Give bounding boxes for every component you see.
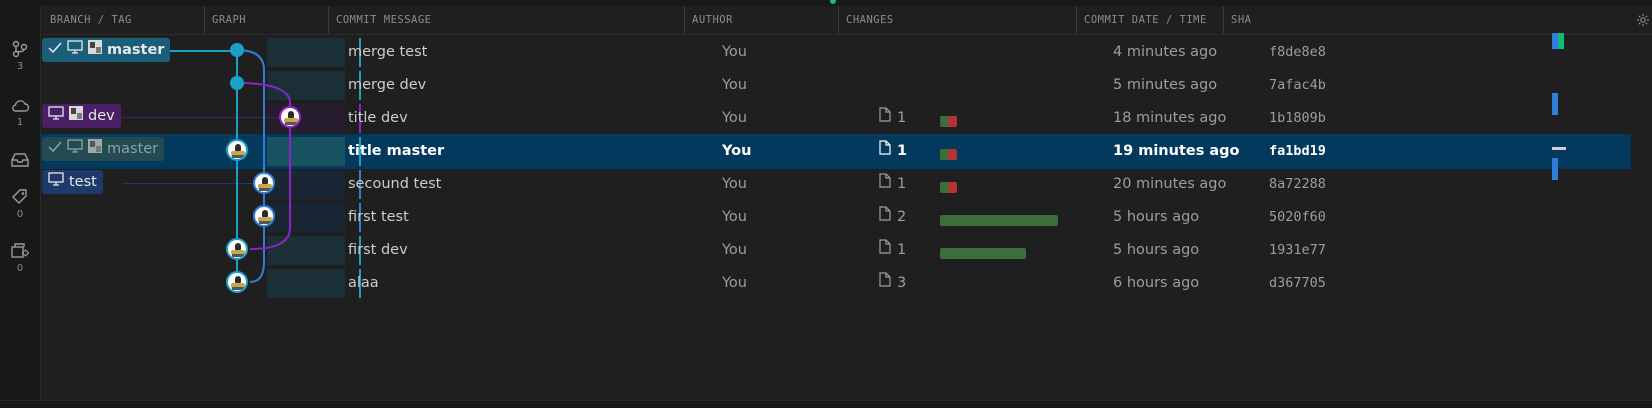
graph-node-merge[interactable] [230,76,244,90]
scrollbar-marker [1552,93,1558,115]
repo-avatar-icon [88,38,102,62]
avatar[interactable] [253,205,275,227]
repo-avatar-icon [88,137,102,161]
avatar[interactable] [226,139,248,161]
avatar[interactable] [226,271,248,293]
graph-node-merge[interactable] [230,43,244,57]
scrollbar-thumb[interactable] [1552,147,1566,150]
branch-ref-master[interactable]: master [42,38,171,62]
monitor-icon [67,137,83,161]
scrollbar-marker [1558,33,1564,49]
avatar[interactable] [279,106,301,128]
scrollbar-marker [1552,158,1558,180]
commit-graph [236,49,291,283]
avatar[interactable] [253,172,275,194]
check-icon [48,38,62,62]
branch-ref-master-dimmed[interactable]: master [42,137,165,161]
repo-avatar-icon [69,104,83,128]
monitor-icon [48,104,64,128]
monitor-icon [48,170,64,194]
branch-ref-dev[interactable]: dev [42,104,121,128]
branch-ref-test[interactable]: test [42,170,103,194]
avatar[interactable] [226,238,248,260]
check-icon [48,137,62,161]
monitor-icon [67,38,83,62]
